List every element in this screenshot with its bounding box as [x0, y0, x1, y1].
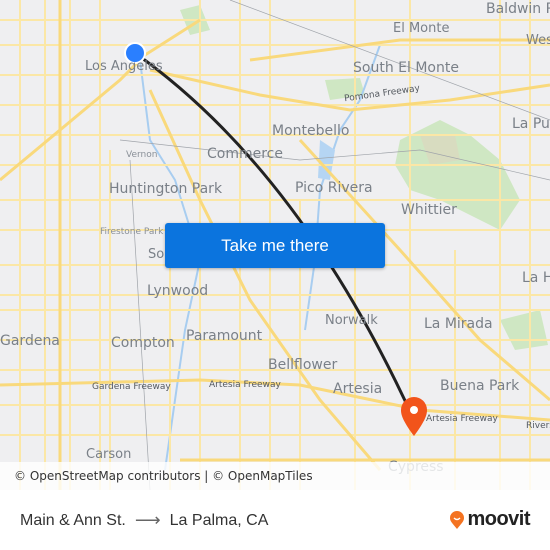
moovit-logo[interactable]: moovit	[449, 508, 530, 531]
take-me-there-button[interactable]: Take me there	[165, 223, 385, 268]
map-label-freeway: Artesia Freeway	[209, 380, 281, 390]
map-label-city: Firestone Park	[100, 227, 164, 237]
map-label-city: Artesia	[333, 381, 383, 397]
map-label-freeway: Rivers	[526, 421, 550, 431]
map-label-city: Norwalk	[325, 313, 378, 328]
map-label-city: El Monte	[393, 21, 450, 36]
map-label-city: Baldwin P	[486, 1, 550, 17]
map-label-city: Commerce	[207, 146, 283, 162]
map-label-city: Compton	[111, 335, 175, 351]
map-label-city: Lynwood	[147, 283, 209, 299]
destination-name: La Palma, CA	[169, 511, 269, 529]
map-label-city: Whittier	[401, 202, 457, 218]
map-label-freeway: Gardena Freeway	[92, 382, 171, 392]
map-label-city: Pico Rivera	[295, 180, 373, 196]
brand-name: moovit	[467, 508, 530, 530]
park-area	[500, 310, 548, 350]
destination-marker[interactable]	[400, 396, 428, 436]
map-label-city: South El Monte	[353, 60, 459, 76]
map-label-city: Huntington Park	[109, 181, 223, 197]
map-label-city: Montebello	[272, 123, 350, 139]
map-label-city: Buena Park	[440, 378, 520, 394]
map-label-city: Los Angeles	[85, 59, 163, 74]
route-summary: Main & Ann St. ⟶ La Palma, CA	[20, 510, 268, 531]
origin-name: Main & Ann St.	[20, 511, 126, 529]
map-label-city: La Pue	[512, 116, 550, 132]
map-label-city: La Mirada	[424, 316, 493, 332]
map-label-city: Wes	[526, 33, 550, 48]
arrow-right-icon: ⟶	[134, 510, 161, 530]
map-label-city: Paramount	[186, 328, 263, 344]
map-label-city: Vernon	[126, 150, 158, 160]
map-label-city: Carson	[86, 447, 132, 462]
map-label-city: Bellflower	[268, 357, 338, 373]
map-label-freeway: Artesia Freeway	[426, 414, 498, 424]
moovit-pin-icon	[450, 510, 465, 529]
map-label-city: Gardena	[0, 333, 60, 349]
map-label-city: La H	[522, 270, 550, 286]
map-attribution[interactable]: © OpenStreetMap contributors | © OpenMap…	[0, 462, 550, 490]
footer: Main & Ann St. ⟶ La Palma, CA moovit	[0, 490, 550, 550]
